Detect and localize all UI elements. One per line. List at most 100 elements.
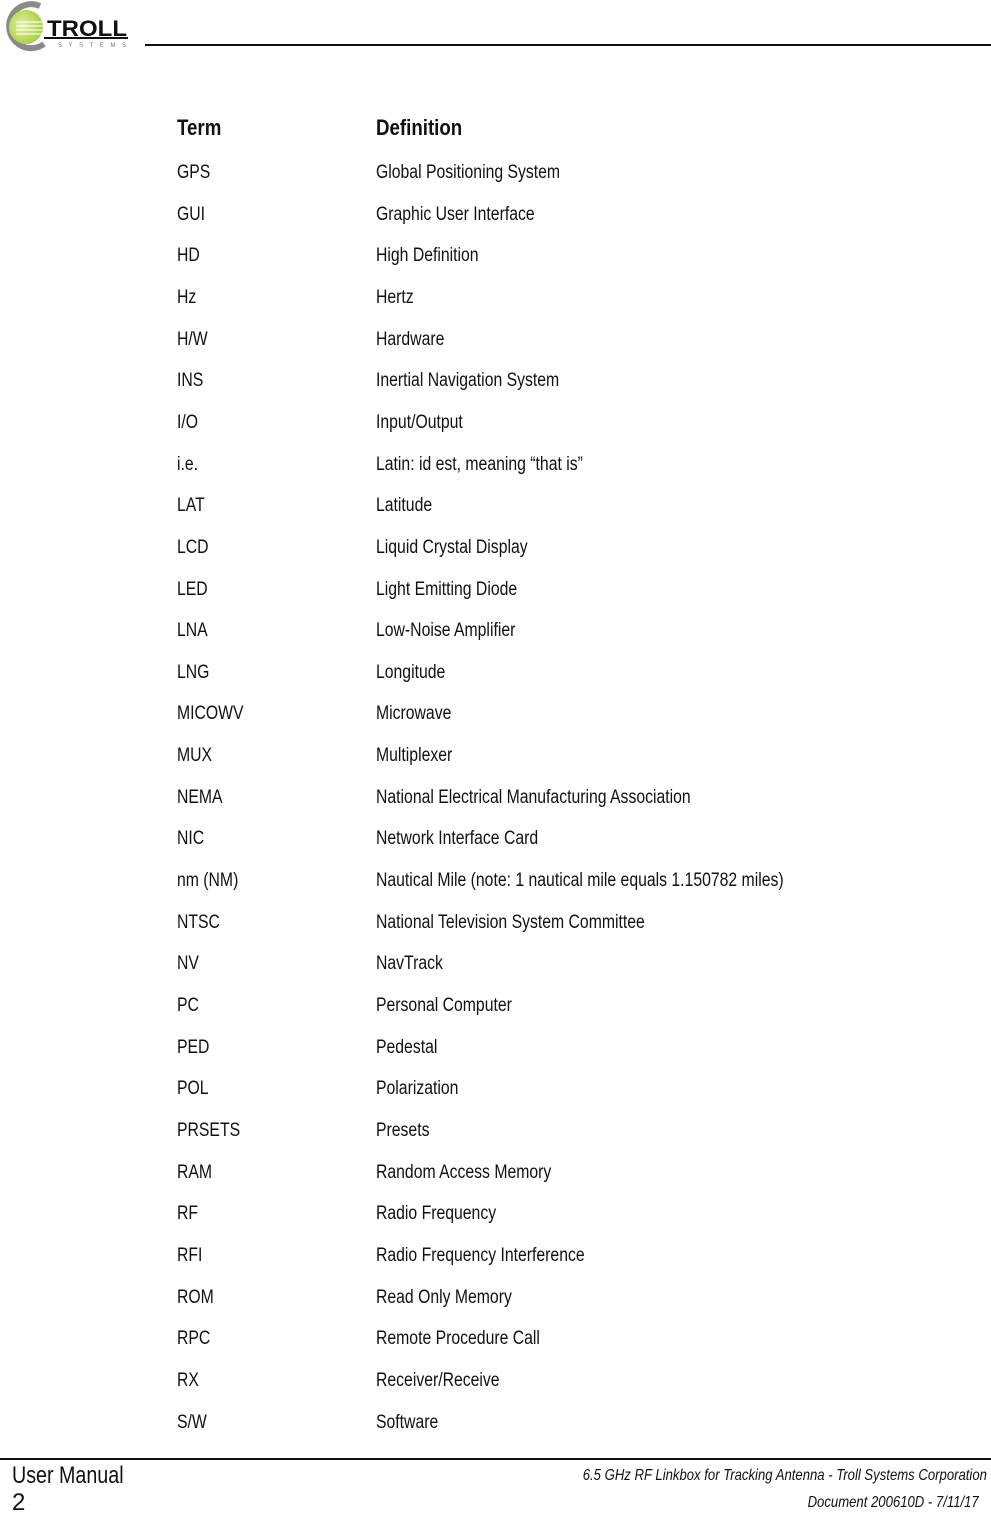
- glossary-row: i.e. Latin: id est, meaning “that is”: [0, 454, 991, 484]
- glossary-definition: Radio Frequency Interference: [376, 1244, 585, 1266]
- glossary-row: LCD Liquid Crystal Display: [0, 537, 991, 567]
- glossary-term: RFI: [177, 1244, 203, 1266]
- glossary-row: PC Personal Computer: [0, 995, 991, 1025]
- logo-graphic: TROLL SYSTEMS: [6, 1, 128, 52]
- glossary-definition: Longitude: [376, 661, 446, 683]
- glossary-definition: Software: [376, 1411, 439, 1433]
- glossary-term: LED: [177, 578, 208, 600]
- glossary-term: POL: [177, 1078, 209, 1100]
- glossary-row: RFI Radio Frequency Interference: [0, 1245, 991, 1275]
- footer-product-name: 6.5 GHz RF Linkbox for Tracking Antenna …: [582, 1467, 987, 1484]
- glossary-definition: Low-Noise Amplifier: [376, 620, 516, 642]
- glossary-row: GPS Global Positioning System: [0, 162, 991, 192]
- glossary-term: nm (NM): [177, 870, 239, 892]
- glossary-term: RX: [177, 1369, 199, 1391]
- glossary-definition: Nautical Mile (note: 1 nautical mile equ…: [376, 870, 784, 892]
- glossary-row: ROM Read Only Memory: [0, 1287, 991, 1317]
- glossary-term: PED: [177, 1036, 210, 1058]
- glossary-definition: Network Interface Card: [376, 828, 539, 850]
- glossary-row: NV NavTrack: [0, 953, 991, 983]
- glossary-row: RAM Random Access Memory: [0, 1162, 991, 1192]
- glossary-row: MUX Multiplexer: [0, 745, 991, 775]
- glossary-definition: Hertz: [376, 286, 414, 308]
- troll-systems-logo: TROLL SYSTEMS: [0, 0, 130, 52]
- footer-document-id: Document 200610D - 7/11/17: [807, 1494, 979, 1511]
- glossary-definition: Graphic User Interface: [376, 203, 535, 225]
- glossary-term: MUX: [177, 745, 213, 767]
- glossary-definition: Random Access Memory: [376, 1161, 552, 1183]
- glossary-definition: Input/Output: [376, 411, 463, 433]
- glossary-definition: Global Positioning System: [376, 162, 561, 183]
- glossary-definition: Remote Procedure Call: [376, 1328, 540, 1350]
- glossary-term: LAT: [177, 495, 205, 517]
- glossary-definition: Microwave: [376, 703, 452, 725]
- glossary-row: RF Radio Frequency: [0, 1203, 991, 1233]
- glossary-row: POL Polarization: [0, 1078, 991, 1108]
- glossary-definition: Personal Computer: [376, 995, 512, 1016]
- glossary-row: I/O Input/Output: [0, 412, 991, 442]
- glossary-row: LNG Longitude: [0, 662, 991, 692]
- glossary-term: GUI: [177, 203, 206, 225]
- glossary-term: LNG: [177, 661, 210, 683]
- definition-column-header: Definition: [376, 115, 463, 140]
- glossary-term: i.e.: [177, 453, 199, 475]
- glossary-definition: NavTrack: [376, 953, 443, 975]
- glossary-term: LNA: [177, 620, 208, 642]
- glossary-term: NIC: [177, 828, 205, 850]
- glossary-term: HD: [177, 245, 200, 267]
- glossary-row: PRSETS Presets: [0, 1120, 991, 1150]
- glossary-definition: Latitude: [376, 495, 433, 517]
- glossary-row: S/W Software: [0, 1412, 991, 1442]
- glossary-row: GUI Graphic User Interface: [0, 204, 991, 234]
- glossary-row: MICOWV Microwave: [0, 703, 991, 733]
- glossary-term: NTSC: [177, 911, 220, 933]
- glossary-term: ROM: [177, 1286, 214, 1308]
- glossary-definition: Read Only Memory: [376, 1286, 512, 1308]
- glossary-definition: Latin: id est, meaning “that is”: [376, 453, 583, 475]
- glossary-term: LCD: [177, 536, 209, 558]
- glossary-definition: Presets: [376, 1119, 430, 1141]
- glossary-definition: High Definition: [376, 245, 479, 267]
- glossary-row: nm (NM) Nautical Mile (note: 1 nautical m…: [0, 870, 991, 900]
- glossary-row: LNA Low-Noise Amplifier: [0, 620, 991, 650]
- glossary-term: I/O: [177, 411, 199, 433]
- glossary-row: NTSC National Television System Committee: [0, 912, 991, 942]
- glossary-term: INS: [177, 370, 204, 392]
- glossary-row: INS Inertial Navigation System: [0, 370, 991, 400]
- glossary-header-row: Term Definition: [0, 115, 991, 145]
- glossary-row: H/W Hardware: [0, 329, 991, 359]
- glossary-definition: Inertial Navigation System: [376, 370, 560, 392]
- glossary-term: RPC: [177, 1328, 211, 1350]
- glossary-term: GPS: [177, 162, 211, 183]
- glossary-row: RX Receiver/Receive: [0, 1370, 991, 1400]
- glossary-row: LAT Latitude: [0, 495, 991, 525]
- glossary-definition: Receiver/Receive: [376, 1369, 500, 1391]
- glossary-definition: National Electrical Manufacturing Associ…: [376, 786, 691, 808]
- glossary-definition: Light Emitting Diode: [376, 578, 518, 600]
- glossary-row: NIC Network Interface Card: [0, 828, 991, 858]
- glossary-row: HD High Definition: [0, 245, 991, 275]
- glossary-term: MICOWV: [177, 703, 244, 725]
- glossary-term: S/W: [177, 1411, 207, 1433]
- glossary-term: PRSETS: [177, 1119, 241, 1141]
- term-column-header: Term: [177, 115, 222, 140]
- logo-subname: SYSTEMS: [58, 43, 126, 49]
- glossary-row: LED Light Emitting Diode: [0, 579, 991, 609]
- glossary-term: RAM: [177, 1161, 213, 1183]
- glossary-row: RPC Remote Procedure Call: [0, 1328, 991, 1358]
- glossary-term: NV: [177, 953, 199, 975]
- glossary-term: NEMA: [177, 786, 223, 808]
- glossary-row: PED Pedestal: [0, 1037, 991, 1067]
- glossary-definition: Radio Frequency: [376, 1203, 497, 1225]
- footer-title: User Manual: [12, 1462, 124, 1489]
- header-rule: [145, 44, 991, 46]
- glossary-row: NEMA National Electrical Manufacturing As…: [0, 787, 991, 817]
- glossary-term: H/W: [177, 328, 208, 350]
- glossary-definition: Multiplexer: [376, 745, 453, 767]
- glossary-definition: Hardware: [376, 328, 445, 350]
- glossary-definition: Pedestal: [376, 1036, 438, 1058]
- glossary-definition: Polarization: [376, 1078, 459, 1100]
- glossary-definition: Liquid Crystal Display: [376, 536, 528, 558]
- glossary-term: Hz: [177, 286, 197, 308]
- footer-rule: [0, 1458, 991, 1460]
